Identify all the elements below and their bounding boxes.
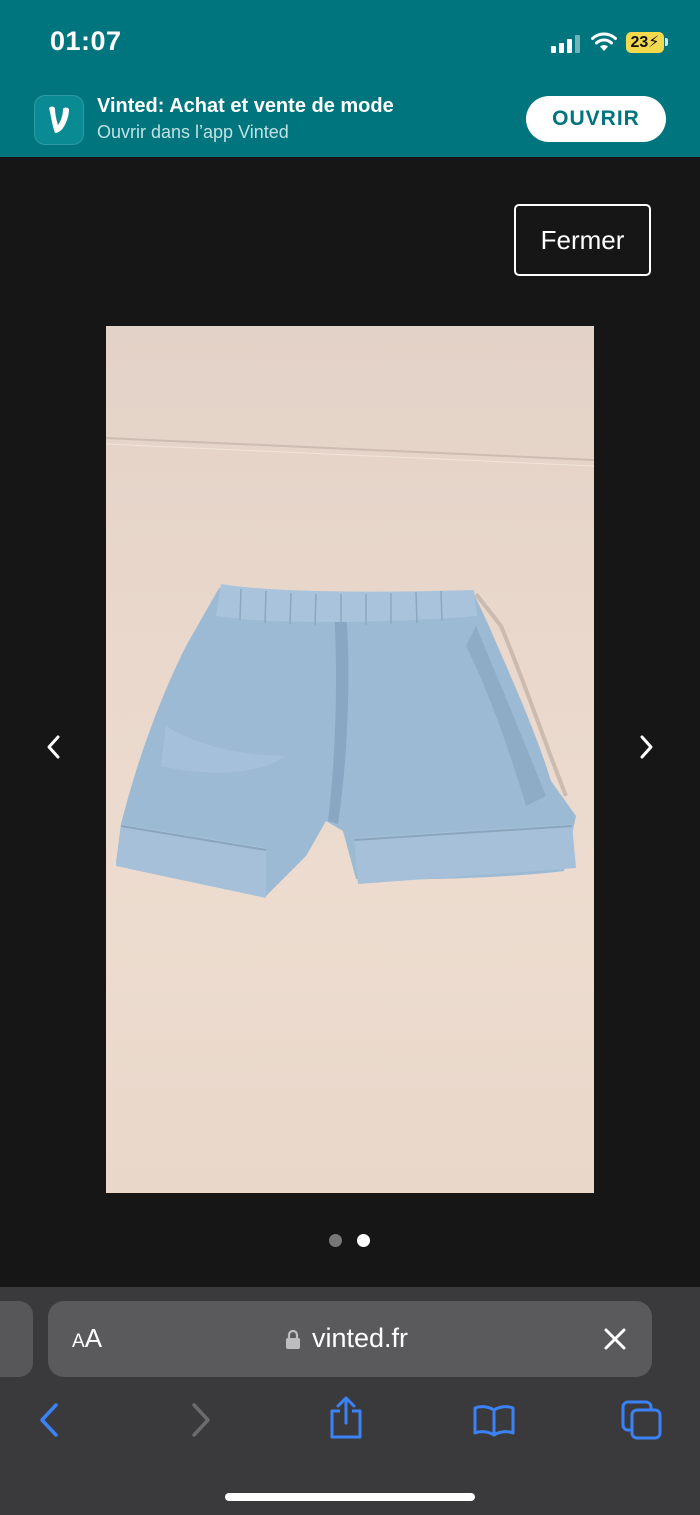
address-bar[interactable]: AA vinted.fr xyxy=(48,1301,652,1377)
battery-level: 23 xyxy=(630,34,649,51)
chevron-left-icon[interactable] xyxy=(44,733,64,761)
text-size-button[interactable]: AA xyxy=(72,1323,102,1354)
back-icon[interactable] xyxy=(36,1401,62,1439)
close-viewer-button[interactable]: Fermer xyxy=(514,204,651,276)
vinted-app-icon[interactable] xyxy=(34,95,84,145)
pagination-dot[interactable] xyxy=(329,1234,342,1247)
browser-toolbar: AA vinted.fr xyxy=(0,1287,700,1515)
tabs-icon[interactable] xyxy=(620,1399,664,1441)
share-icon[interactable] xyxy=(328,1395,364,1441)
smart-app-banner: 01:07 23⚡ Vinted: Achat et vente de mode… xyxy=(0,0,700,157)
open-app-button[interactable]: OUVRIR xyxy=(526,96,666,142)
clear-icon[interactable] xyxy=(603,1327,627,1351)
banner-app-name: Vinted: Achat et vente de mode xyxy=(97,95,394,117)
bookmarks-icon[interactable] xyxy=(472,1403,516,1437)
battery-icon: 23⚡ xyxy=(626,32,664,53)
url-text: vinted.fr xyxy=(312,1323,409,1353)
home-indicator[interactable] xyxy=(225,1493,475,1501)
battery-cap xyxy=(665,38,668,46)
product-photo xyxy=(106,326,594,1193)
chevron-right-icon[interactable] xyxy=(636,733,656,761)
forward-icon[interactable] xyxy=(188,1401,214,1439)
status-time: 01:07 xyxy=(50,26,122,56)
banner-subtitle: Ouvrir dans l’app Vinted xyxy=(97,122,289,142)
previous-tab-preview[interactable] xyxy=(0,1301,33,1377)
pagination-dot-active[interactable] xyxy=(357,1234,370,1247)
signal-icon xyxy=(551,33,581,53)
wifi-icon xyxy=(591,32,617,51)
lock-icon xyxy=(286,1329,300,1349)
